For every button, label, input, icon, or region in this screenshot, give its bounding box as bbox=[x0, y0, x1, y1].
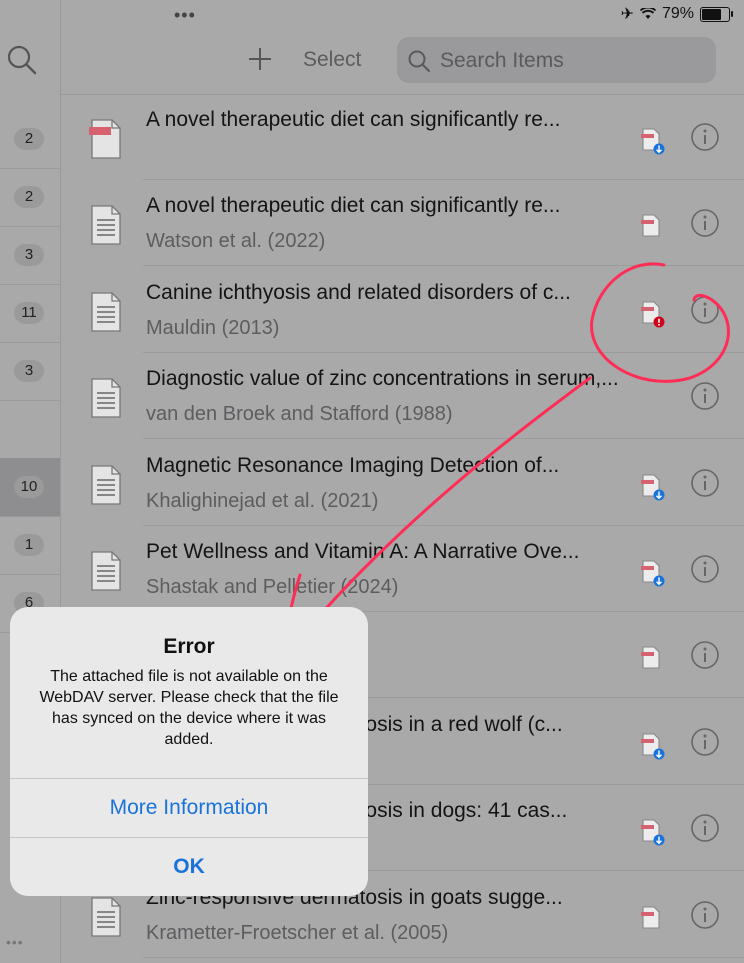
battery-percent: 79% bbox=[661, 5, 694, 22]
pdf-item-icon bbox=[87, 119, 123, 159]
item-creator: van den Broek and Stafford (1988) bbox=[146, 403, 453, 426]
item-count-badge: 10 bbox=[14, 476, 44, 498]
item-count-badge: 2 bbox=[14, 128, 44, 150]
collection-count-cell[interactable]: 11 bbox=[0, 284, 60, 343]
item-creator: Krametter-Froetscher et al. (2005) bbox=[146, 921, 449, 944]
attachment-pdf-icon[interactable] bbox=[639, 644, 667, 674]
item-count-badge: 3 bbox=[14, 360, 44, 382]
attachment-download-icon[interactable] bbox=[639, 472, 667, 502]
collection-count-cell[interactable]: 2 bbox=[0, 110, 60, 169]
journal-article-icon bbox=[89, 464, 123, 505]
item-count-badge: 1 bbox=[14, 534, 44, 556]
alert-message: The attached file is not available on th… bbox=[39, 668, 339, 748]
info-icon[interactable] bbox=[690, 813, 720, 843]
items-toolbar: Select Search Items bbox=[61, 28, 744, 95]
item-creator: Mauldin (2013) bbox=[146, 316, 280, 339]
journal-article-icon bbox=[89, 551, 123, 591]
wifi-icon bbox=[639, 8, 656, 19]
item-title: Pet Wellness and Vitamin A: A Narrative … bbox=[146, 540, 580, 563]
info-icon[interactable] bbox=[690, 554, 720, 584]
attachment-download-icon[interactable] bbox=[639, 558, 667, 588]
more-dots-icon[interactable]: ••• bbox=[6, 934, 24, 950]
item-row[interactable]: Canine ichthyosis and related disorders … bbox=[61, 267, 744, 353]
journal-article-icon bbox=[89, 896, 123, 937]
attachment-download-icon[interactable] bbox=[639, 126, 667, 156]
search-icon bbox=[408, 50, 431, 73]
item-title: Canine ichthyosis and related disorders … bbox=[146, 280, 571, 304]
item-row[interactable]: Magnetic Resonance Imaging Detection of.… bbox=[61, 440, 744, 526]
select-button[interactable]: Select bbox=[303, 48, 361, 72]
ok-button[interactable]: OK bbox=[10, 837, 368, 896]
item-row[interactable]: Diagnostic value of zinc concentrations … bbox=[61, 353, 744, 440]
multitasking-dots-icon[interactable]: ••• bbox=[174, 5, 196, 26]
item-row[interactable]: Pet Wellness and Vitamin A: A Narrative … bbox=[61, 526, 744, 612]
search-placeholder: Search Items bbox=[440, 49, 564, 72]
journal-article-icon bbox=[89, 292, 123, 332]
battery-fill bbox=[702, 8, 721, 20]
collection-count-cell[interactable]: 2 bbox=[0, 168, 60, 227]
search-items-field[interactable]: Search Items bbox=[397, 37, 716, 83]
error-alert-dialog: Error The attached file is not available… bbox=[10, 607, 368, 896]
status-bar: ••• ✈ 79% bbox=[0, 0, 744, 28]
row-divider bbox=[143, 956, 744, 958]
info-icon[interactable] bbox=[690, 468, 720, 498]
attachment-download-icon[interactable] bbox=[639, 731, 667, 761]
info-icon[interactable] bbox=[690, 208, 720, 238]
journal-article-icon bbox=[89, 378, 123, 418]
collection-count-cell[interactable] bbox=[0, 400, 60, 459]
add-item-button[interactable] bbox=[247, 46, 273, 72]
collection-count-cell[interactable]: 3 bbox=[0, 226, 60, 285]
info-icon[interactable] bbox=[690, 295, 720, 325]
item-creator: Watson et al. (2022) bbox=[146, 230, 326, 253]
collection-count-cell[interactable]: 3 bbox=[0, 342, 60, 401]
item-count-badge: 3 bbox=[14, 244, 44, 266]
item-count-badge: 11 bbox=[14, 302, 44, 324]
journal-article-icon bbox=[89, 205, 123, 246]
collection-count-cell[interactable]: 10 bbox=[0, 458, 60, 517]
item-title: Diagnostic value of zinc concentrations … bbox=[146, 367, 619, 391]
collection-count-cell[interactable]: 1 bbox=[0, 516, 60, 575]
info-icon[interactable] bbox=[690, 122, 720, 152]
airplane-icon: ✈ bbox=[620, 6, 634, 23]
item-row[interactable]: A novel therapeutic diet can significant… bbox=[61, 94, 744, 180]
item-title: A novel therapeutic diet can significant… bbox=[146, 194, 561, 218]
info-icon[interactable] bbox=[690, 381, 720, 411]
attachment-pdf-icon[interactable] bbox=[639, 212, 667, 242]
item-creator: Khalighinejad et al. (2021) bbox=[146, 489, 379, 512]
attachment-error-icon[interactable] bbox=[639, 299, 667, 329]
more-information-button[interactable]: More Information bbox=[10, 778, 368, 837]
info-icon[interactable] bbox=[690, 640, 720, 670]
item-count-badge: 2 bbox=[14, 186, 44, 208]
item-title: Magnetic Resonance Imaging Detection of.… bbox=[146, 453, 560, 477]
item-creator: Shastak and Pelletier (2024) bbox=[146, 576, 399, 598]
item-title: A novel therapeutic diet can significant… bbox=[146, 108, 561, 131]
battery-icon bbox=[700, 6, 733, 22]
search-icon[interactable] bbox=[6, 44, 38, 76]
alert-title: Error bbox=[163, 635, 215, 658]
info-icon[interactable] bbox=[690, 900, 720, 930]
status-right: ✈ 79% bbox=[620, 4, 733, 24]
attachment-pdf-icon[interactable] bbox=[639, 904, 667, 934]
info-icon[interactable] bbox=[690, 727, 720, 757]
attachment-download-icon[interactable] bbox=[639, 817, 667, 847]
item-row[interactable]: A novel therapeutic diet can significant… bbox=[61, 180, 744, 267]
